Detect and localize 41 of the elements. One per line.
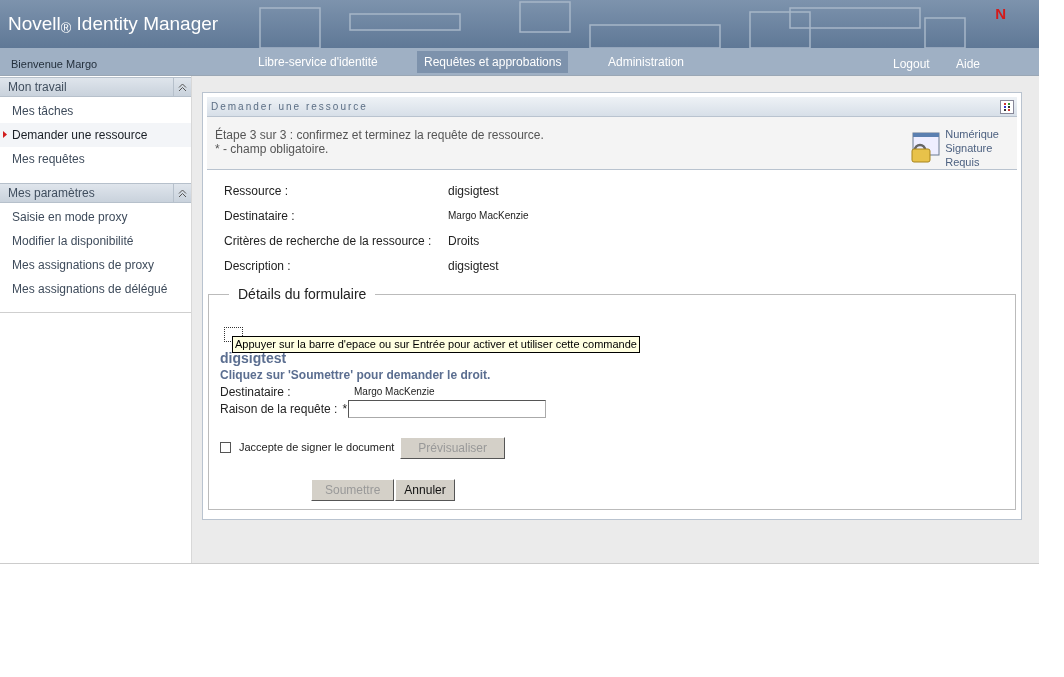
panel-title: Demander une ressource [210,100,368,114]
sidebar-item[interactable]: Mes requêtes [0,147,191,171]
reason-field[interactable] [348,400,547,418]
required-note: * - champ obligatoire. [215,142,330,156]
sidebar-item[interactable]: Mes assignations de délégué [0,277,191,301]
field-label: Destinataire : [220,383,292,401]
signature-label: Signature [945,141,994,155]
instruction-text: Cliquez sur 'Soumettre' pour demander le droit. [220,367,492,383]
action-button[interactable]: Annuler [395,479,455,501]
sidebar-item[interactable]: Saisie en mode proxy [0,205,191,229]
detail-value: digsigtest [448,182,499,200]
welcome-text: Bienvenue Margo [11,57,98,72]
section-title: Mes paramètres [7,185,95,202]
required-mark: * [342,401,348,418]
signature-label: Requis [945,155,981,169]
detail-value: Margo MacKenzie [448,209,529,223]
detail-value: Droits [448,232,480,250]
novell-logo: N [995,4,1006,24]
sidebar-item[interactable]: Mes assignations de proxy [0,253,191,277]
detail-label: Ressource : [224,182,290,200]
app-title: Novell$_{®}$ Identity Manager [7,11,219,39]
detail-label: Description : [224,257,292,275]
section-title: Mon travail [7,79,67,96]
padlock-document-icon [909,132,942,164]
detail-value: digsigtest [448,257,499,275]
sidebar-item[interactable]: Demander une ressource [0,123,191,147]
detail-label: Destinataire : [224,207,296,225]
detail-label: Critères de recherche de la ressource : [224,232,433,250]
grid-icon[interactable] [1000,99,1014,114]
step-text: Étape 3 sur 3 : confirmez et terminez la requête de ressource. [215,128,544,142]
field-label: Raison de la requête : [220,401,338,418]
fieldset-legend: Détails du formulaire [229,284,376,305]
sidebar-item[interactable]: Mes tâches [0,99,191,123]
checkbox-label: Jaccepte de signer le document [239,439,395,455]
tooltip: Appuyer sur la barre d'epace ou sur Entrée pour activer et utiliser cette commande [232,336,640,353]
resource-name: digsigtest [220,350,288,367]
field-value: Margo MacKenzie [354,385,435,399]
pointer-icon [3,131,7,138]
sidebar-item[interactable]: Modifier la disponibilité [0,229,191,253]
signature-label: Numérique [945,127,999,141]
accept-checkbox[interactable] [220,441,231,453]
